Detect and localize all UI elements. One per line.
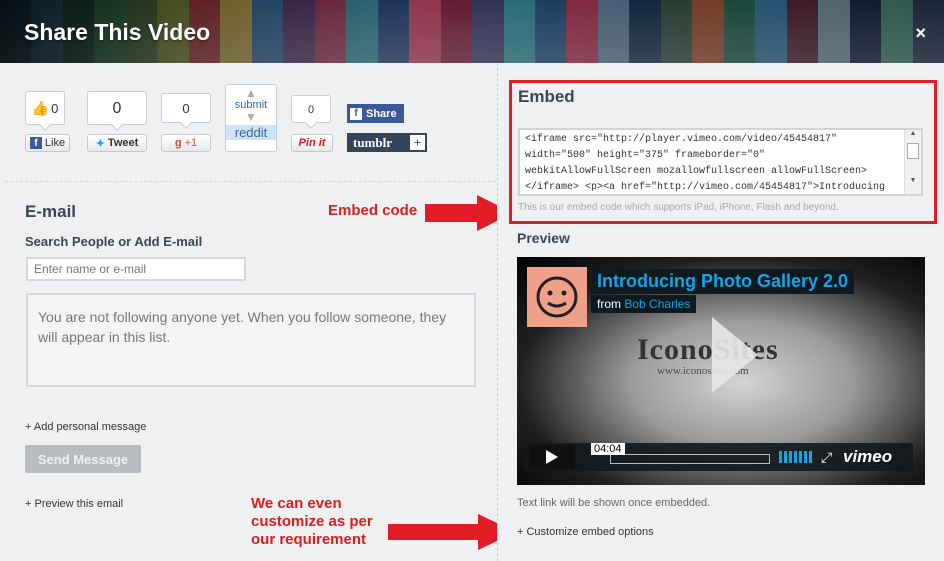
reddit-button[interactable]: ▲ submit ▼ reddit <box>225 84 277 152</box>
search-label: Search People or Add E-mail <box>25 234 203 249</box>
like-count: 0 <box>51 100 59 116</box>
close-icon[interactable]: × <box>915 23 926 44</box>
reddit-label: reddit <box>226 125 276 140</box>
smiley-face-icon <box>536 276 578 318</box>
embed-code-textarea[interactable]: <iframe src="http://player.vimeo.com/vid… <box>518 128 923 196</box>
customize-annotation: We can even customize as per our require… <box>251 495 373 548</box>
textlink-note: Text link will be shown once embedded. <box>517 497 711 509</box>
facebook-icon: f <box>29 137 42 149</box>
preview-heading: Preview <box>517 230 570 246</box>
video-title-link[interactable]: Introducing Photo Gallery 2.0 <box>591 269 855 294</box>
pin-it-button[interactable]: Pin it <box>291 134 333 152</box>
scroll-up-icon[interactable]: ▲ <box>905 130 921 137</box>
scroll-thumb[interactable] <box>907 143 919 159</box>
play-button[interactable] <box>529 445 575 469</box>
code-scrollbar[interactable]: ▲ ▼ <box>904 130 921 194</box>
gplus-count-box: 0 <box>161 93 211 123</box>
tweet-button[interactable]: ✦ Tweet <box>87 134 147 152</box>
video-from: from Bob Charles <box>591 295 697 313</box>
tumblr-label: tumblr <box>353 134 392 150</box>
divider <box>5 181 496 182</box>
big-play-icon[interactable] <box>712 317 758 393</box>
downvote-icon: ▼ <box>245 110 257 124</box>
thumbs-up-icon: 👍 <box>31 99 50 116</box>
time-label: 04:04 <box>591 443 625 455</box>
embed-hint: This is our embed code which supports iP… <box>518 202 839 213</box>
fb-share-label: Share <box>366 107 397 120</box>
video-player[interactable]: IconoSites www.iconosites.com Introducin… <box>517 257 925 485</box>
fullscreen-icon[interactable]: ⤢ <box>821 449 832 466</box>
embed-code-annotation: Embed code <box>328 202 418 219</box>
facebook-f-icon: f <box>350 107 362 120</box>
like-label: Like <box>44 137 66 149</box>
embed-heading: Embed <box>518 87 575 106</box>
from-prefix: from <box>597 297 621 311</box>
author-link[interactable]: Bob Charles <box>624 297 690 311</box>
gplus-button[interactable]: g +1 <box>161 134 211 152</box>
timeline-scrubber[interactable]: 04:04 <box>591 443 770 464</box>
facebook-share-button[interactable]: f Share <box>347 104 404 123</box>
video-controls: 04:04 ⤢ vimeo <box>525 443 913 471</box>
volume-icon[interactable] <box>779 451 813 463</box>
tweet-label: Tweet <box>107 137 139 149</box>
embed-highlight-box: Embed <iframe src="http://player.vimeo.c… <box>509 80 937 224</box>
plus-icon: + <box>410 135 425 150</box>
following-list: You are not following anyone yet. When y… <box>26 293 476 387</box>
google-icon: g <box>174 137 182 149</box>
right-panel: Embed <iframe src="http://player.vimeo.c… <box>497 63 944 561</box>
vimeo-logo[interactable]: vimeo <box>843 447 892 467</box>
gplus-label: +1 <box>184 137 198 149</box>
tumblr-button[interactable]: tumblr + <box>347 133 427 152</box>
avatar[interactable] <box>527 267 587 327</box>
add-personal-message-link[interactable]: + Add personal message <box>25 421 146 433</box>
email-heading: E-mail <box>25 202 77 221</box>
tweet-count-box: 0 <box>87 91 147 125</box>
preview-email-link[interactable]: + Preview this email <box>25 498 123 510</box>
facebook-like-button[interactable]: f Like <box>25 134 70 152</box>
scroll-down-icon[interactable]: ▼ <box>905 177 921 184</box>
customize-embed-link[interactable]: + Customize embed options <box>517 526 654 538</box>
twitter-icon: ✦ <box>95 137 105 150</box>
pin-count-box: 0 <box>291 95 331 123</box>
email-search-input[interactable] <box>26 257 246 281</box>
dialog-title: Share This Video <box>24 19 211 45</box>
left-panel: 👍 0 f Like 0 ✦ Tweet 0 g +1 ▲ submit ▼ r… <box>5 63 496 561</box>
send-message-button[interactable]: Send Message <box>25 445 141 473</box>
upvote-icon: ▲ <box>245 86 257 100</box>
like-count-box: 👍 0 <box>25 91 65 125</box>
